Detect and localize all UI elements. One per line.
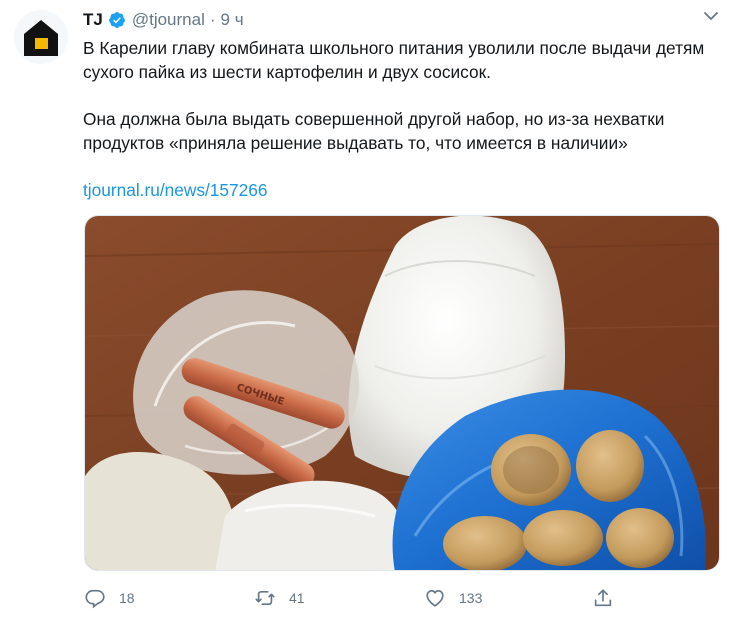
retweet-count: 41: [289, 590, 305, 606]
retweet-icon: [255, 590, 275, 606]
tweet-actions: 18 41 133: [84, 584, 644, 612]
tweet-photo[interactable]: СОЧНЫЕ: [84, 215, 720, 571]
house-logo-icon: [14, 10, 68, 64]
like-count: 133: [459, 590, 483, 606]
separator-dot: ·: [209, 10, 216, 29]
retweet-button[interactable]: 41: [254, 584, 305, 612]
share-button[interactable]: [592, 584, 614, 612]
photo-image: СОЧНЫЕ: [85, 216, 719, 570]
avatar[interactable]: [14, 10, 68, 64]
reply-count: 18: [119, 590, 135, 606]
tweet-paragraph-1: В Карелии главу комбината школьного пита…: [83, 38, 705, 82]
verified-badge-icon: [108, 12, 125, 28]
news-link[interactable]: tjournal.ru/news/157266: [83, 178, 723, 202]
reply-button[interactable]: 18: [84, 584, 135, 612]
heart-icon: [426, 590, 444, 607]
author-handle[interactable]: @tjournal: [132, 10, 205, 30]
share-icon: [594, 589, 612, 607]
tweet-header: TJ @tjournal · 9 ч: [83, 9, 244, 31]
tweet[interactable]: TJ @tjournal · 9 ч В Карелии главу комби…: [0, 0, 736, 617]
tweet-paragraph-2: Она должна была выдать совершенной друго…: [83, 109, 665, 153]
reply-icon: [85, 589, 105, 609]
author-name[interactable]: TJ: [83, 10, 103, 30]
tweet-text: В Карелии главу комбината школьного пита…: [83, 36, 723, 202]
like-button[interactable]: 133: [424, 584, 482, 612]
timestamp[interactable]: 9 ч: [221, 10, 244, 30]
chevron-down-icon[interactable]: [703, 10, 719, 24]
